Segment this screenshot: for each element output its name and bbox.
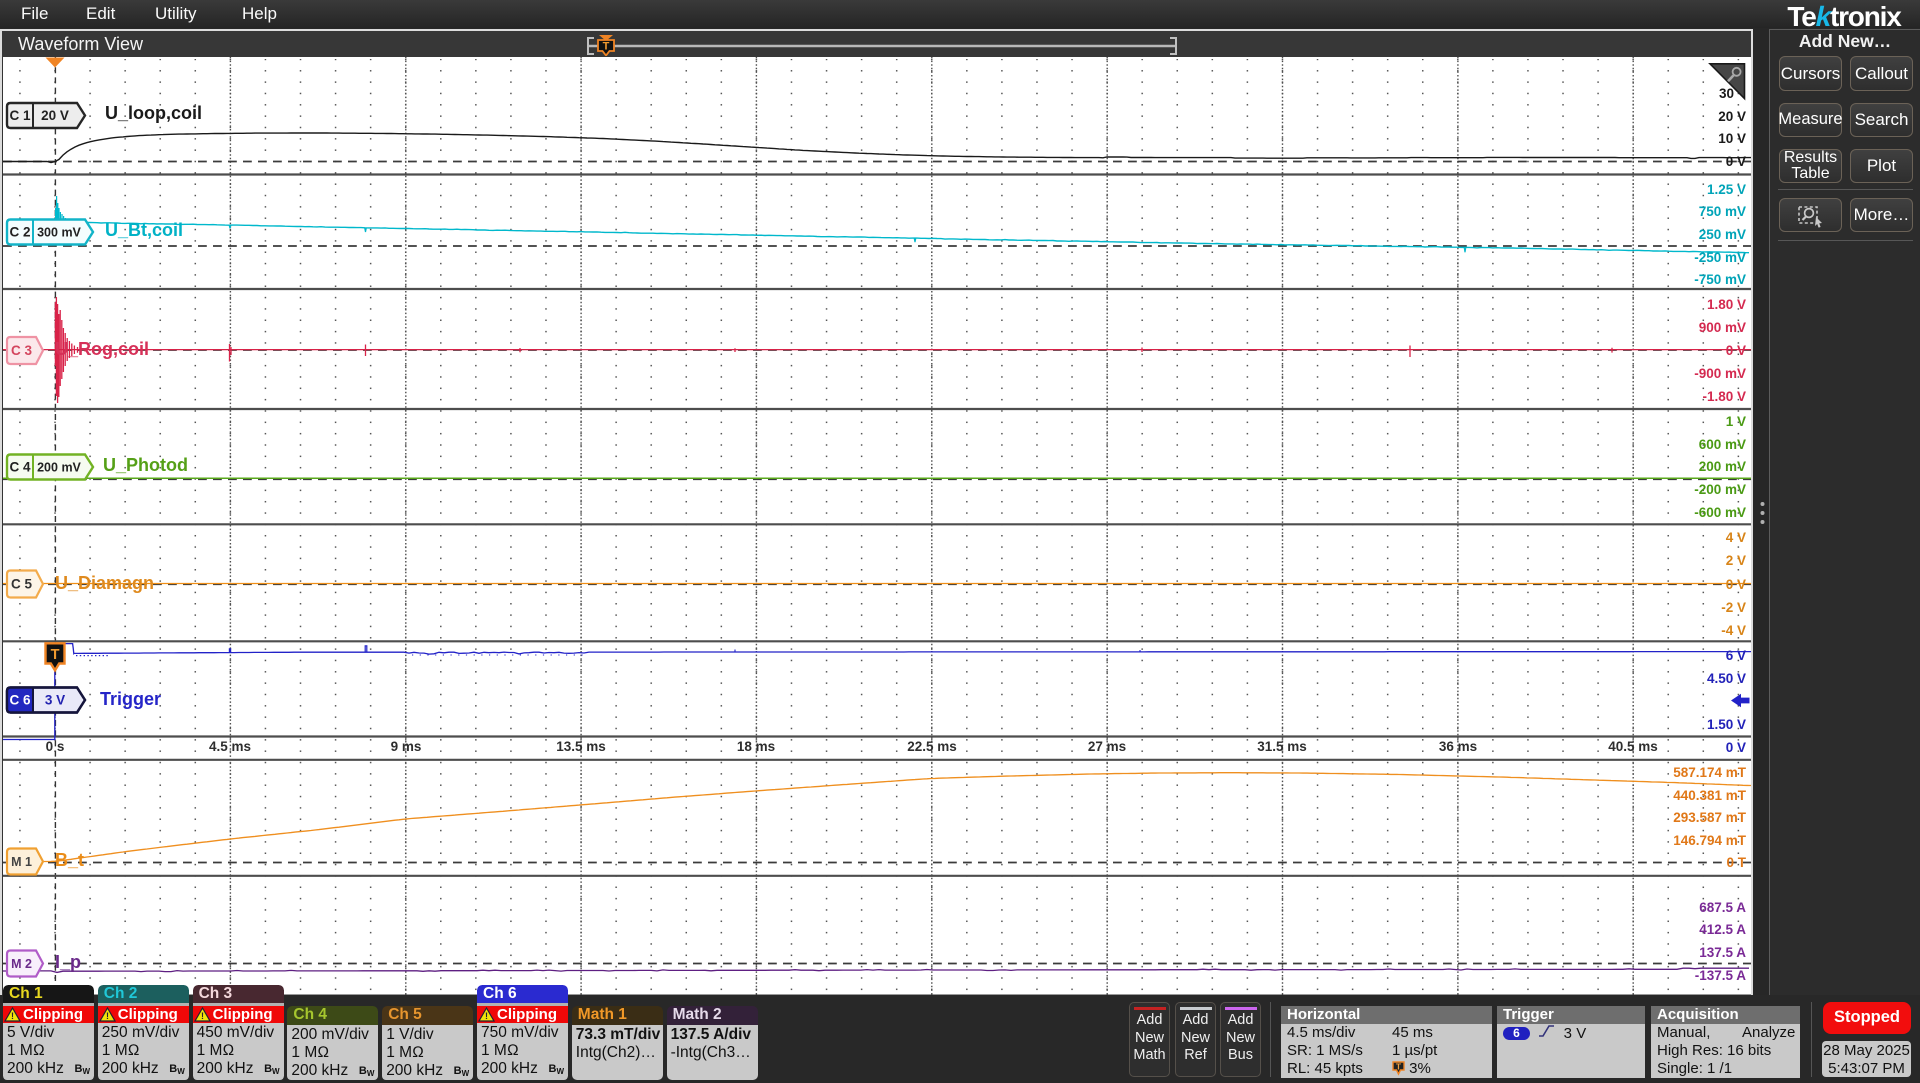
svg-text:20 V: 20 V	[41, 108, 69, 123]
svg-text:C 6: C 6	[9, 693, 31, 708]
svg-text:C 2: C 2	[9, 225, 30, 240]
svg-text:200 mV: 200 mV	[37, 461, 81, 475]
svg-text:C 1: C 1	[9, 108, 31, 123]
svg-text:!: !	[485, 1011, 488, 1021]
svg-text:!: !	[106, 1011, 109, 1021]
svg-text:300 mV: 300 mV	[37, 226, 81, 240]
svg-text:C 5: C 5	[11, 577, 33, 592]
svg-text:3 V: 3 V	[45, 693, 65, 708]
svg-text:M 2: M 2	[11, 957, 32, 971]
svg-text:!: !	[11, 1011, 14, 1021]
svg-text:C 4: C 4	[9, 460, 31, 475]
svg-text:T: T	[1396, 1061, 1402, 1071]
svg-text:M 1: M 1	[11, 855, 32, 869]
svg-text:C 3: C 3	[11, 343, 33, 358]
svg-text:!: !	[201, 1011, 204, 1021]
svg-text:T: T	[51, 647, 60, 663]
